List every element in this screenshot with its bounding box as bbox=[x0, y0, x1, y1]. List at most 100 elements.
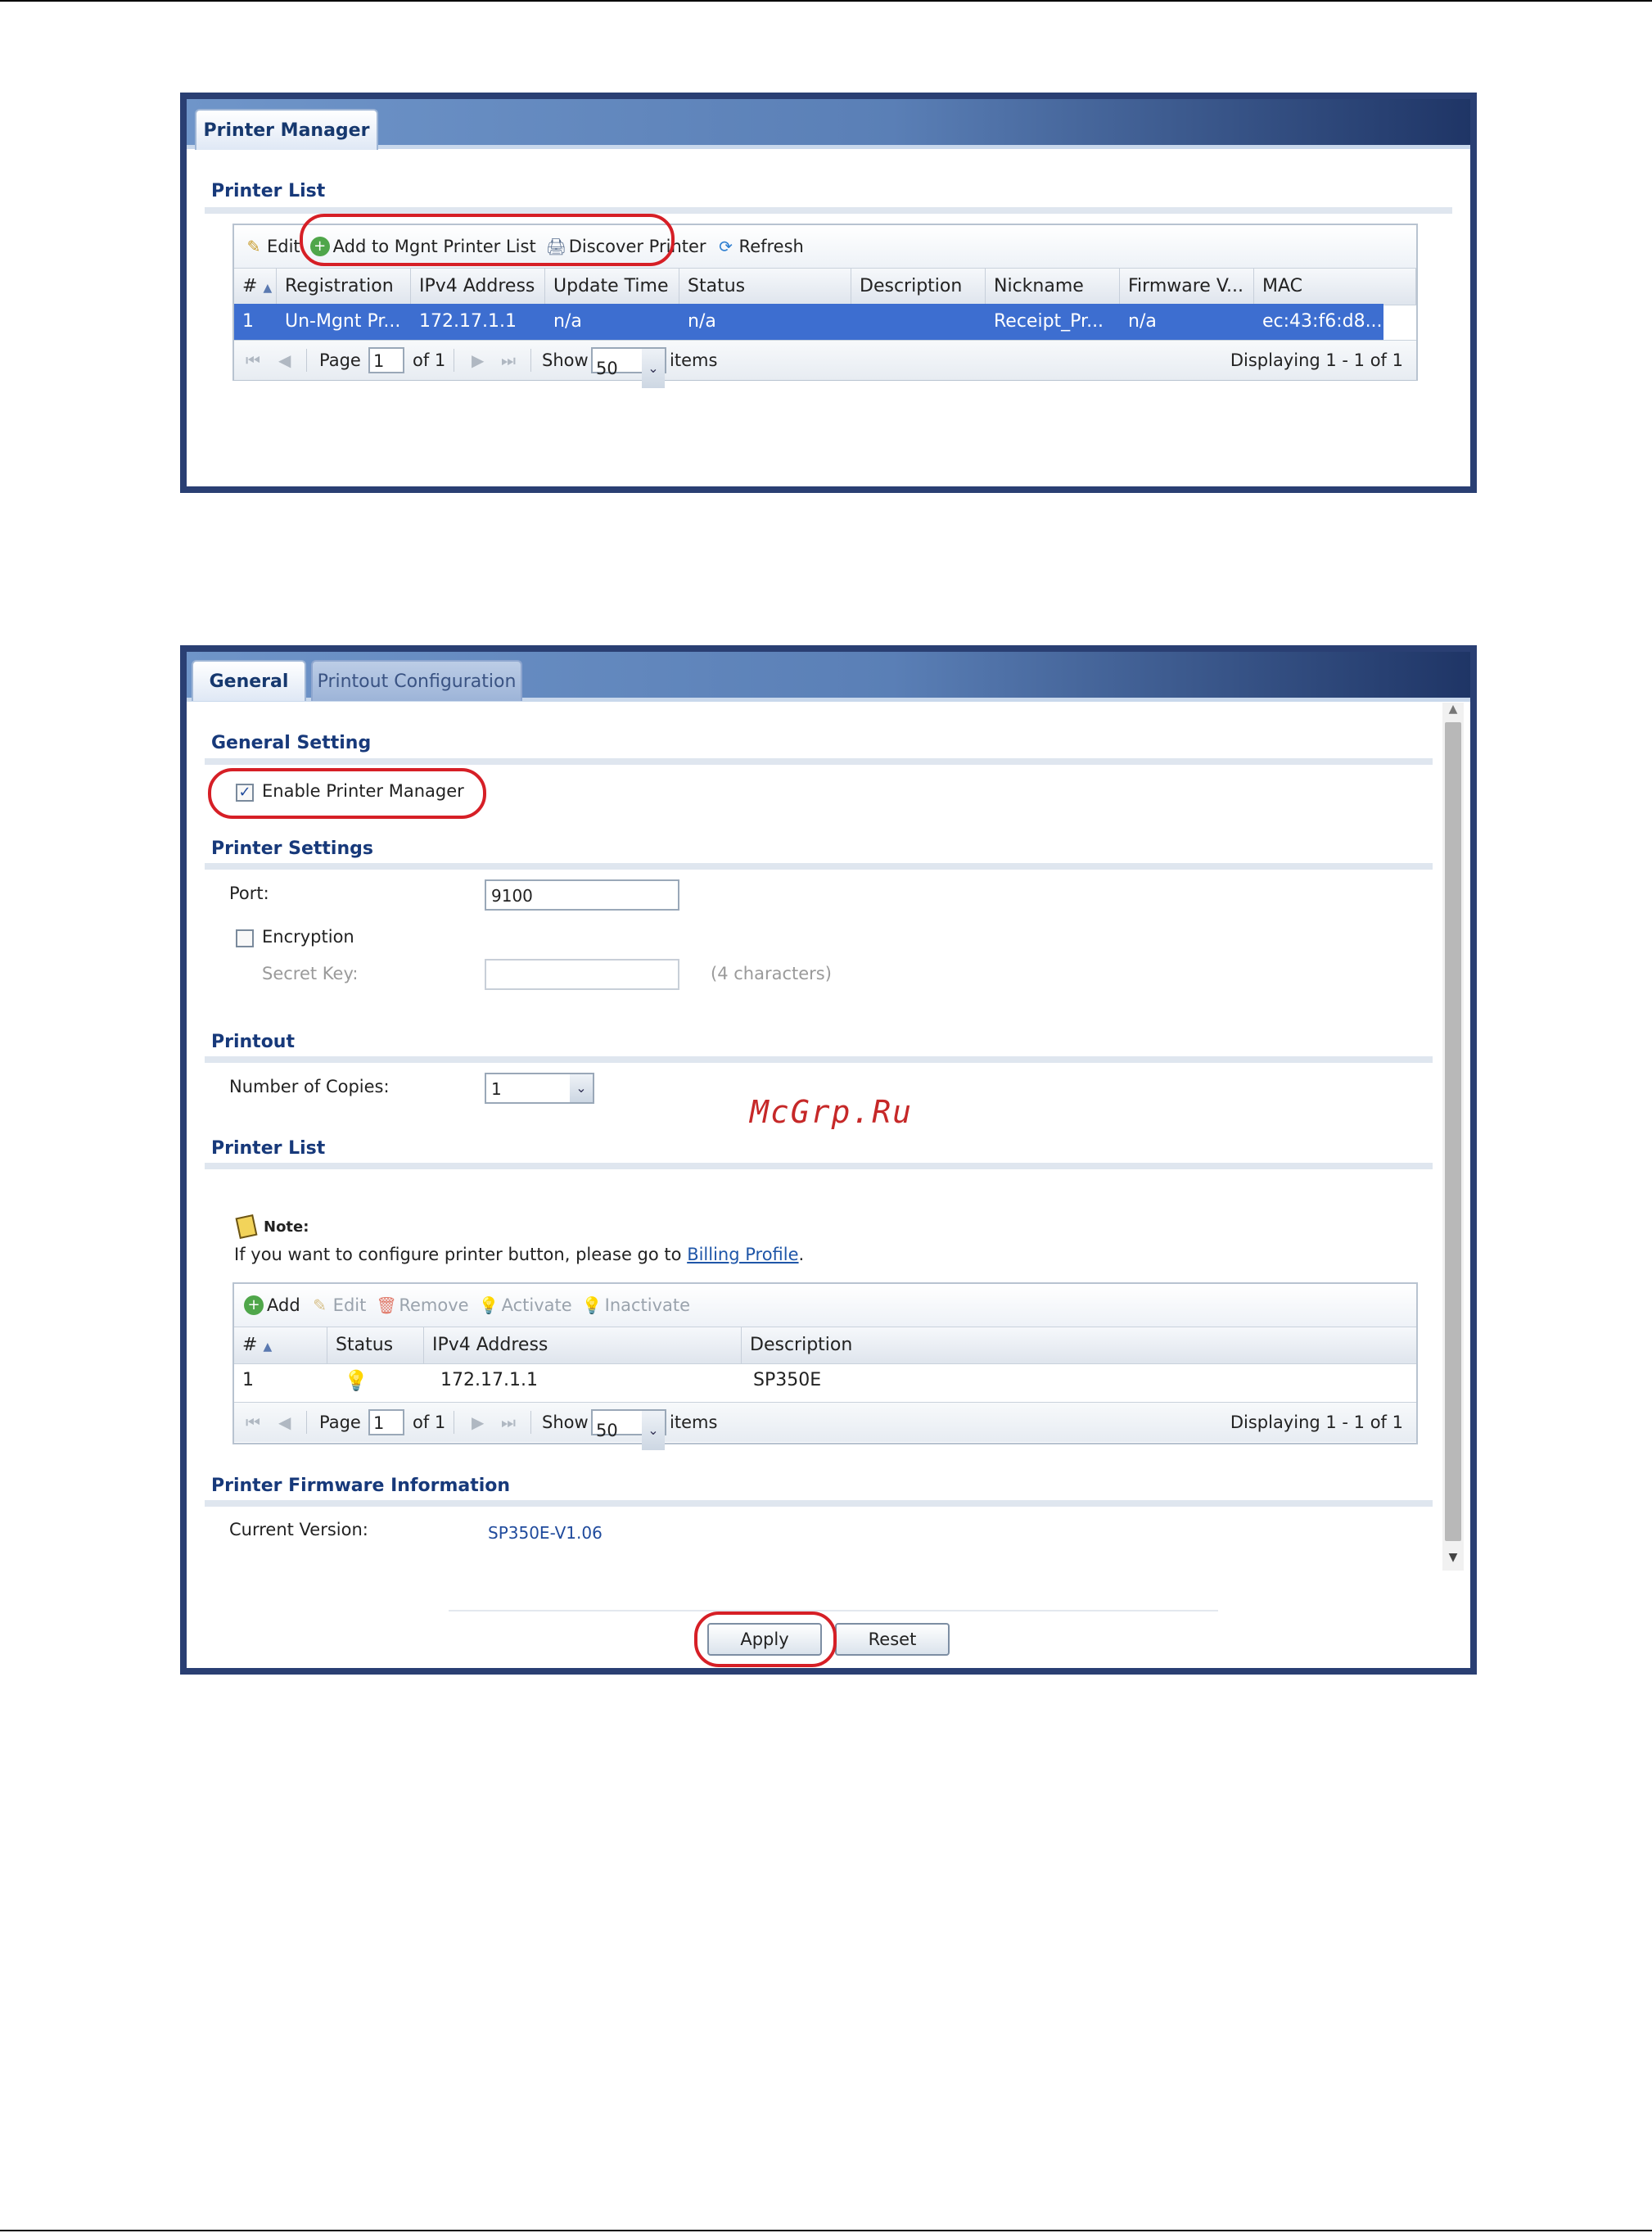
col-header-update-time[interactable]: Update Time bbox=[545, 269, 679, 305]
cell-mac: ec:43:f6:d8... bbox=[1262, 311, 1383, 332]
pager-divider bbox=[530, 349, 531, 372]
cell-status: n/a bbox=[688, 311, 716, 332]
remove-label: Remove bbox=[399, 1295, 469, 1315]
section-title-printer-list: Printer List bbox=[211, 181, 326, 201]
page-number-input[interactable]: 1 bbox=[368, 347, 404, 373]
col-header-description[interactable]: Description bbox=[742, 1327, 1416, 1363]
number-of-copies-value: 1 bbox=[491, 1079, 502, 1099]
section-divider bbox=[205, 758, 1433, 765]
inactivate-label: Inactivate bbox=[604, 1295, 691, 1315]
edit-label: Edit bbox=[332, 1295, 367, 1315]
section-divider bbox=[205, 863, 1433, 870]
printer-manager-panel: Printer Manager Printer List ✎ Edit + Ad… bbox=[180, 93, 1477, 493]
chevron-down-icon: ⌄ bbox=[570, 1074, 593, 1102]
note-icon bbox=[235, 1214, 258, 1240]
panel-header: Printer Manager bbox=[187, 99, 1470, 150]
activate-label: Activate bbox=[501, 1295, 572, 1315]
activate-button[interactable]: 💡 Activate bbox=[479, 1295, 572, 1315]
first-page-icon[interactable]: ⏮ bbox=[246, 1403, 260, 1442]
col-header-description[interactable]: Description bbox=[851, 269, 986, 305]
col-header-nickname[interactable]: Nickname bbox=[986, 269, 1120, 305]
show-label: Show bbox=[542, 1413, 589, 1432]
page-size-value: 50 bbox=[596, 1421, 618, 1440]
add-circle-icon: + bbox=[244, 1295, 264, 1315]
prev-page-icon[interactable]: ◀ bbox=[278, 341, 291, 380]
reset-button[interactable]: Reset bbox=[835, 1623, 950, 1656]
inactivate-button[interactable]: 💡 Inactivate bbox=[582, 1295, 690, 1315]
show-label: Show bbox=[542, 350, 589, 370]
secret-key-label: Secret Key: bbox=[262, 964, 359, 983]
section-divider bbox=[205, 1056, 1433, 1063]
grid-header: # ▲ Registration IPv4 Address Update Tim… bbox=[234, 268, 1416, 305]
col-header-status[interactable]: Status bbox=[679, 269, 851, 305]
pager-divider bbox=[306, 1411, 307, 1434]
remove-button[interactable]: 🗑 Remove bbox=[376, 1295, 468, 1315]
tab-printer-manager[interactable]: Printer Manager bbox=[195, 109, 378, 150]
highlight-callout bbox=[300, 214, 675, 266]
last-page-icon[interactable]: ⏭ bbox=[501, 1403, 516, 1442]
col-header-mac[interactable]: MAC bbox=[1254, 269, 1416, 305]
prev-page-icon[interactable]: ◀ bbox=[278, 1403, 291, 1442]
items-label: items bbox=[670, 1413, 718, 1432]
next-page-icon[interactable]: ▶ bbox=[472, 341, 484, 380]
note-period: . bbox=[798, 1245, 805, 1264]
encryption-checkbox[interactable] bbox=[236, 929, 254, 947]
secret-key-input[interactable] bbox=[485, 959, 679, 990]
vertical-scrollbar[interactable]: ▲ ▼ bbox=[1442, 703, 1464, 1571]
cell-status: 💡 bbox=[336, 1363, 418, 1399]
scroll-thumb[interactable] bbox=[1445, 722, 1461, 1541]
edit-button[interactable]: ✎ Edit bbox=[244, 237, 300, 256]
col-header-ipv4[interactable]: IPv4 Address bbox=[424, 1327, 742, 1363]
grid-pager: ⏮ ◀ Page 1 of 1 ▶ ⏭ Show 50 ⌄ items Disp… bbox=[234, 1402, 1416, 1450]
tab-general[interactable]: General bbox=[192, 660, 306, 701]
col-header-firmware[interactable]: Firmware V... bbox=[1120, 269, 1254, 305]
section-title-printer-settings: Printer Settings bbox=[211, 839, 373, 859]
grid-header: # ▲ Status IPv4 Address Description bbox=[234, 1327, 1416, 1364]
number-of-copies-select[interactable]: 1 ⌄ bbox=[485, 1073, 594, 1104]
tab-printout-configuration[interactable]: Printout Configuration bbox=[311, 660, 522, 701]
active-lightbulb-icon: 💡 bbox=[344, 1369, 368, 1392]
table-row[interactable]: 1 Un-Mgnt Pr... 172.17.1.1 n/a n/a Recei… bbox=[234, 304, 1383, 340]
page-of-label: of 1 bbox=[413, 350, 446, 370]
page-of-label: of 1 bbox=[413, 1413, 446, 1432]
top-rule bbox=[0, 0, 1652, 2]
edit-icon: ✎ bbox=[246, 237, 261, 256]
port-input[interactable]: 9100 bbox=[485, 879, 679, 911]
watermark-text: McGrp.Ru bbox=[750, 1094, 914, 1130]
page-size-value: 50 bbox=[596, 359, 618, 378]
col-header-number[interactable]: # ▲ bbox=[234, 269, 277, 305]
page-size-select[interactable]: 50 ⌄ bbox=[591, 347, 666, 388]
col-header-registration[interactable]: Registration bbox=[277, 269, 411, 305]
next-page-icon[interactable]: ▶ bbox=[472, 1403, 484, 1442]
page-size-select[interactable]: 50 ⌄ bbox=[591, 1409, 666, 1450]
section-title-printout: Printout bbox=[211, 1032, 295, 1052]
col-header-number[interactable]: # ▲ bbox=[234, 1327, 327, 1363]
scroll-up-icon[interactable]: ▲ bbox=[1442, 703, 1464, 722]
first-page-icon[interactable]: ⏮ bbox=[246, 341, 260, 380]
cell-update-time: n/a bbox=[553, 311, 582, 332]
grid-pager: ⏮ ◀ Page 1 of 1 ▶ ⏭ Show 50 ⌄ items Disp… bbox=[234, 340, 1416, 388]
page-label: Page bbox=[319, 350, 361, 370]
trash-icon: 🗑 bbox=[376, 1295, 397, 1315]
last-page-icon[interactable]: ⏭ bbox=[501, 341, 516, 380]
billing-profile-link[interactable]: Billing Profile bbox=[687, 1245, 798, 1264]
refresh-button[interactable]: ⟳ Refresh bbox=[716, 237, 804, 256]
port-label: Port: bbox=[229, 884, 269, 903]
add-button[interactable]: + Add bbox=[244, 1295, 300, 1315]
table-row[interactable]: 1 💡 172.17.1.1 SP350E bbox=[234, 1363, 1383, 1399]
note-text: If you want to configure printer button,… bbox=[234, 1245, 804, 1264]
pager-divider bbox=[530, 1411, 531, 1434]
cell-ipv4: 172.17.1.1 bbox=[440, 1370, 538, 1390]
grid-toolbar: + Add ✎ Edit 🗑 Remove 💡 Activate 💡 Inact… bbox=[234, 1284, 1416, 1327]
cell-number: 1 bbox=[242, 311, 254, 332]
page-number-input[interactable]: 1 bbox=[368, 1409, 404, 1435]
lightbulb-icon: 💡 bbox=[478, 1295, 499, 1315]
scroll-down-icon[interactable]: ▼ bbox=[1442, 1551, 1464, 1571]
edit-button[interactable]: ✎ Edit bbox=[310, 1295, 367, 1315]
col-header-status[interactable]: Status bbox=[327, 1327, 424, 1363]
general-settings-panel: General Printout Configuration ▲ ▼ Gener… bbox=[180, 645, 1477, 1675]
cell-firmware: n/a bbox=[1128, 311, 1157, 332]
section-divider bbox=[205, 207, 1452, 214]
col-header-ipv4[interactable]: IPv4 Address bbox=[411, 269, 545, 305]
chevron-down-icon: ⌄ bbox=[642, 349, 665, 388]
